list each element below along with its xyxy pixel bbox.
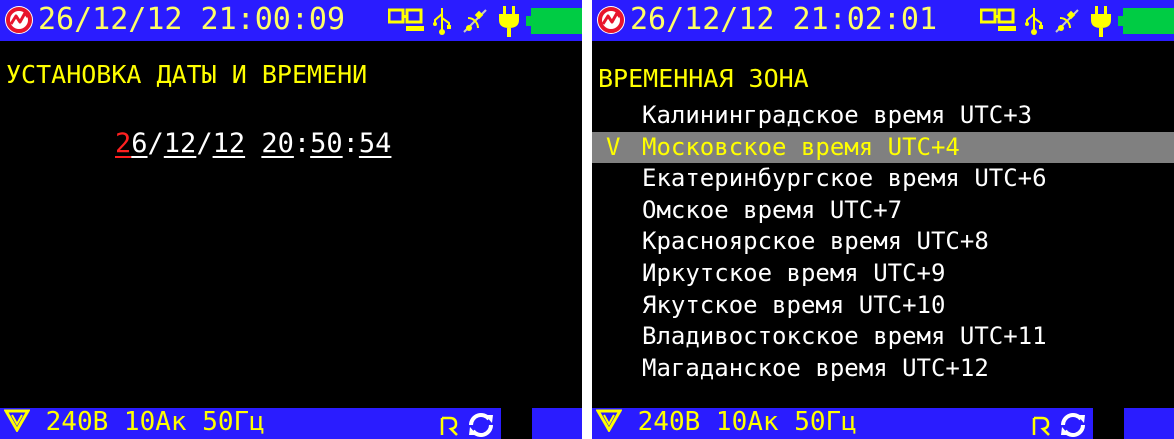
battery-icon — [1118, 8, 1174, 34]
timezone-label: Калининградское время UTC+3 — [642, 101, 1033, 129]
date-separator: / — [147, 128, 164, 159]
timezone-item[interactable]: Красноярское время UTC+8 — [592, 226, 1174, 258]
page-title: ВРЕМЕННАЯ ЗОНА — [598, 64, 809, 93]
timezone-item[interactable]: Иркутское время UTC+9 — [592, 258, 1174, 290]
minutes-field[interactable]: 50 — [310, 128, 343, 159]
timezone-item[interactable]: Омское время UTC+7 — [592, 195, 1174, 227]
timezone-item[interactable]: Якутское время UTC+10 — [592, 290, 1174, 322]
date-time-gap — [245, 128, 261, 159]
signal-icon — [3, 409, 31, 433]
top-status-bar: 26/12/12 21:02:01 — [592, 0, 1174, 41]
sync-icon — [1061, 413, 1085, 437]
timezone-item[interactable]: Екатеринбургское время UTC+6 — [592, 163, 1174, 195]
page-title: УСТАНОВКА ДАТЫ И ВРЕМЕНИ — [6, 60, 368, 89]
computer-link-icon — [388, 8, 424, 31]
timezone-label: Иркутское время UTC+9 — [642, 258, 946, 287]
timezone-item[interactable]: Магаданское время UTC+12 — [592, 353, 1174, 385]
computer-link-icon — [980, 8, 1016, 31]
timezone-item[interactable]: Калининградское время UTC+3 — [592, 100, 1174, 132]
timezone-label: Омское время UTC+7 — [642, 195, 903, 224]
timezone-item-selected[interactable]: V Московское время UTC+4 — [592, 131, 1174, 164]
status-indicator-box — [501, 408, 532, 439]
battery-icon — [526, 8, 582, 34]
time-separator: : — [342, 128, 359, 159]
day-tens-digit[interactable]: 2 — [115, 128, 131, 159]
status-indicator-box — [1093, 408, 1124, 439]
measurement-status: 240В 10Ак 50Гц — [595, 408, 857, 437]
status-readout: 240В 10Ак 50Гц — [45, 408, 265, 437]
time-separator: : — [293, 128, 311, 159]
timezone-label: Владивостокское время UTC+11 — [642, 322, 1047, 351]
day-units-digit[interactable]: 6 — [131, 128, 147, 159]
timezone-select-screen: 26/12/12 21:02:01 ВРЕМЕННАЯ ЗОНА Калинин… — [592, 0, 1174, 439]
power-plug-icon — [1091, 6, 1111, 37]
year-field[interactable]: 12 — [213, 128, 246, 159]
timezone-item[interactable]: Владивостокское время UTC+11 — [592, 321, 1174, 353]
seconds-field[interactable]: 54 — [359, 128, 392, 159]
hours-field[interactable]: 20 — [261, 128, 294, 159]
month-field[interactable]: 12 — [164, 128, 197, 159]
date-separator: / — [196, 128, 213, 159]
usb-icon — [433, 8, 451, 35]
gps-off-icon — [1055, 9, 1079, 33]
top-status-bar: 26/12/12 21:00:09 — [0, 0, 582, 41]
bottom-status-bar: 240В 10Ак 50Гц — [0, 408, 582, 439]
status-readout: 240В 10Ак 50Гц — [637, 408, 857, 437]
timezone-list: Калининградское время UTC+3 V Московское … — [592, 100, 1174, 384]
timezone-label: Якутское время UTC+10 — [642, 290, 946, 319]
timezone-label: Красноярское время UTC+8 — [642, 227, 989, 256]
selected-check-mark: V — [606, 132, 621, 161]
power-plug-icon — [499, 6, 519, 37]
device-datetime: 26/12/12 21:02:01 — [630, 2, 938, 37]
timezone-label: Магаданское время UTC+12 — [642, 353, 989, 382]
logo-icon — [597, 6, 625, 34]
bottom-status-bar: 240В 10Ак 50Гц — [592, 408, 1174, 439]
sync-icon — [469, 413, 493, 437]
timezone-label: Московское время UTC+4 — [642, 132, 960, 161]
logo-icon — [5, 6, 33, 34]
probe-icon — [1032, 416, 1050, 436]
date-time-editor[interactable]: 26/12/12 20:50:54 — [115, 128, 391, 159]
usb-icon — [1025, 8, 1043, 35]
date-time-setup-screen: 26/12/12 21:00:09 УСТАНОВКА ДАТЫ И ВРЕМЕ… — [0, 0, 582, 439]
timezone-label: Екатеринбургское время UTC+6 — [642, 164, 1047, 193]
probe-icon — [440, 416, 458, 436]
measurement-status: 240В 10Ак 50Гц — [3, 408, 265, 437]
gps-off-icon — [463, 9, 487, 33]
device-datetime: 26/12/12 21:00:09 — [38, 2, 346, 37]
signal-icon — [595, 409, 623, 433]
